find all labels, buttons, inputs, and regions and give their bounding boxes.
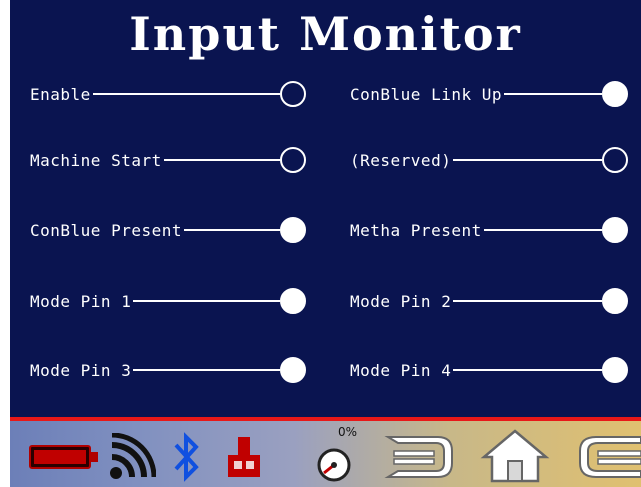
input-row-mode-pin-2: Mode Pin 2 <box>350 283 628 319</box>
back-icon[interactable] <box>570 431 641 483</box>
input-row-mode-pin-4: Mode Pin 4 <box>350 352 628 388</box>
connector-line <box>483 229 602 231</box>
input-label: Mode Pin 2 <box>350 291 452 311</box>
input-indicator <box>602 147 628 173</box>
connector-line <box>133 369 280 371</box>
input-monitor-panel: Input Monitor Enable ConBlue Link Up Mac… <box>10 0 641 417</box>
bluetooth-icon[interactable] <box>172 431 202 483</box>
input-indicator <box>602 288 628 314</box>
input-row-conblue-present: ConBlue Present <box>30 212 306 248</box>
input-label: Mode Pin 4 <box>350 360 452 380</box>
connector-line <box>504 93 602 95</box>
input-label: Mode Pin 1 <box>30 291 132 311</box>
input-label: Machine Start <box>30 150 162 170</box>
input-indicator <box>280 147 306 173</box>
input-indicator <box>602 357 628 383</box>
speedometer-icon[interactable] <box>314 443 354 483</box>
connector-line <box>453 159 602 161</box>
input-row-metha-present: Metha Present <box>350 212 628 248</box>
battery-icon[interactable] <box>28 443 100 471</box>
input-label: ConBlue Present <box>30 220 182 240</box>
input-indicator <box>602 81 628 107</box>
connector-line <box>184 229 280 231</box>
input-row-machine-start: Machine Start <box>30 142 306 178</box>
taskbar: 0% <box>10 421 641 487</box>
input-row-conblue-link-up: ConBlue Link Up <box>350 76 628 112</box>
connector-line <box>453 300 602 302</box>
input-row-reserved: (Reserved) <box>350 142 628 178</box>
input-label: Metha Present <box>350 220 482 240</box>
input-indicator <box>602 217 628 243</box>
input-indicator <box>280 81 306 107</box>
input-indicator <box>280 288 306 314</box>
input-label: Mode Pin 3 <box>30 360 132 380</box>
screen: Input Monitor Enable ConBlue Link Up Mac… <box>10 0 641 487</box>
menu-icon[interactable] <box>384 431 458 483</box>
connector-line <box>92 93 280 95</box>
input-row-mode-pin-1: Mode Pin 1 <box>30 283 306 319</box>
connector-line <box>133 300 280 302</box>
home-icon[interactable] <box>480 427 550 485</box>
speed-label: 0% <box>338 425 358 439</box>
input-label: ConBlue Link Up <box>350 84 502 104</box>
input-label: Enable <box>30 84 91 104</box>
connector-line <box>163 159 280 161</box>
input-row-enable: Enable <box>30 76 306 112</box>
input-indicator <box>280 357 306 383</box>
signal-icon[interactable] <box>108 433 156 481</box>
page-title: Input Monitor <box>129 7 522 61</box>
input-indicator <box>280 217 306 243</box>
input-row-mode-pin-3: Mode Pin 3 <box>30 352 306 388</box>
input-label: (Reserved) <box>350 150 452 170</box>
device-icon[interactable] <box>224 433 264 481</box>
connector-line <box>453 369 602 371</box>
